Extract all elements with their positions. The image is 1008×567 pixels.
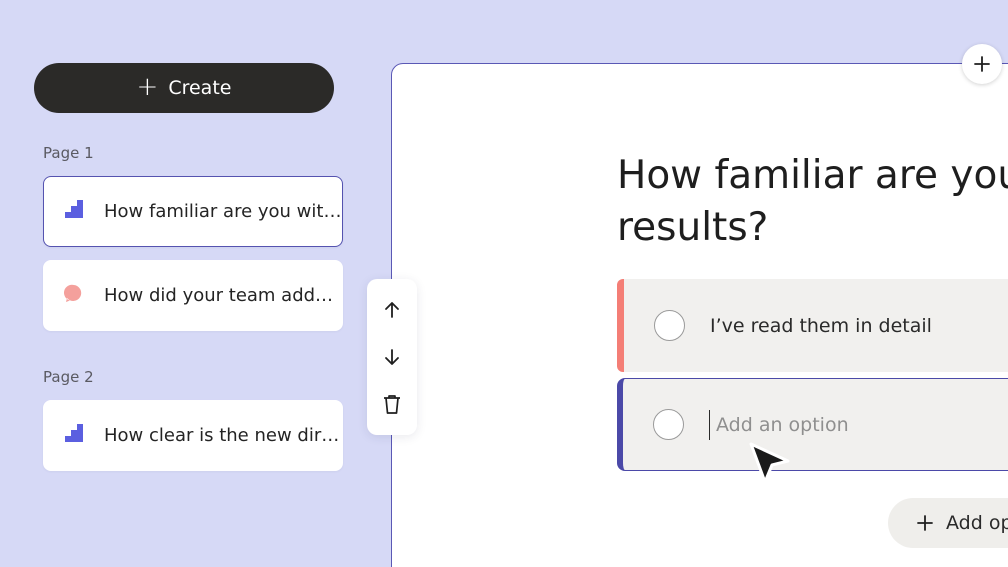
plus-icon — [974, 56, 990, 72]
question-card-text: How did your team add… — [104, 285, 334, 306]
radio-button[interactable] — [654, 310, 685, 341]
question-card-text: How familiar are you wit… — [104, 201, 342, 222]
add-option-button[interactable]: Add op — [888, 498, 1008, 548]
question-title-line-2: results? — [617, 205, 769, 250]
move-down-icon — [385, 349, 399, 365]
question-card-1[interactable]: How familiar are you wit… — [43, 176, 343, 247]
create-button-label: Create — [168, 77, 232, 99]
page-1-label: Page 1 — [43, 144, 94, 162]
move-up-icon — [385, 302, 399, 319]
question-title[interactable]: How familiar are you w results? — [617, 150, 1008, 254]
radio-button[interactable] — [653, 409, 684, 440]
trash-icon — [384, 394, 400, 414]
question-title-line-1: How familiar are you w — [617, 153, 1008, 198]
page-2-label: Page 2 — [43, 368, 94, 386]
move-down-button[interactable] — [377, 342, 407, 372]
question-card-2[interactable]: How did your team add… — [43, 260, 343, 331]
add-question-button[interactable] — [962, 44, 1002, 84]
plus-icon — [917, 515, 933, 531]
option-row[interactable]: I’ve read them in detail — [617, 279, 1008, 372]
plus-icon: + — [136, 72, 159, 102]
delete-button[interactable] — [377, 389, 407, 419]
speech-bubble-icon — [63, 283, 84, 308]
question-toolbar — [367, 279, 417, 435]
rating-steps-icon — [64, 423, 84, 448]
move-up-button[interactable] — [377, 295, 407, 325]
question-card-text: How clear is the new dir… — [104, 425, 340, 446]
new-option-input[interactable] — [709, 409, 949, 440]
add-option-label: Add op — [946, 512, 1008, 534]
rating-steps-icon — [64, 199, 84, 224]
option-label: I’ve read them in detail — [710, 314, 932, 337]
create-button[interactable]: + Create — [34, 63, 334, 113]
new-option-row[interactable] — [617, 378, 1008, 471]
mouse-cursor-icon — [749, 442, 790, 484]
question-card-3[interactable]: How clear is the new dir… — [43, 400, 343, 471]
